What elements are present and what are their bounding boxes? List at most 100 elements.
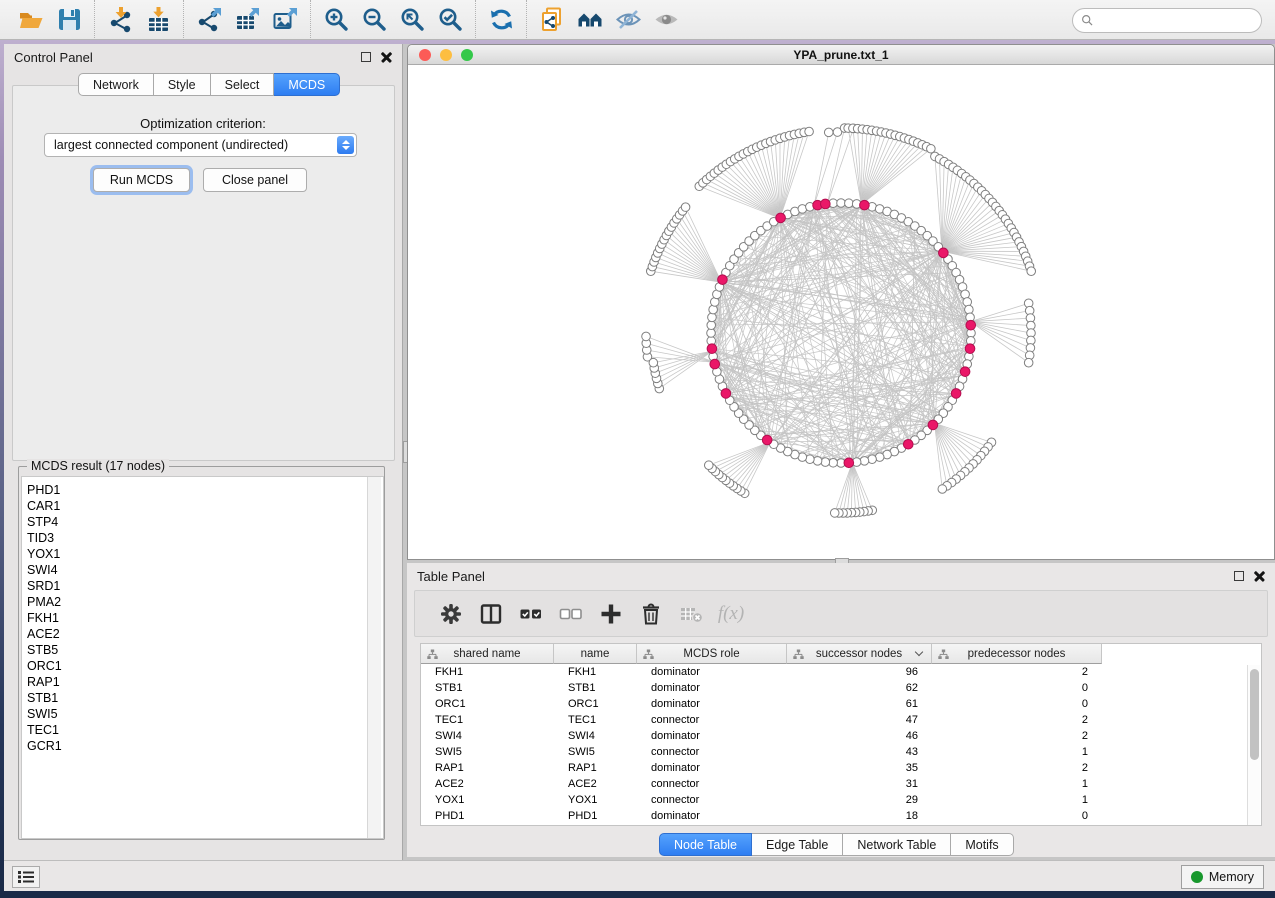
column-header-shared-name[interactable]: shared name — [421, 644, 554, 664]
duplicate-network-button[interactable] — [533, 3, 571, 37]
mcds-result-item[interactable]: GCR1 — [27, 738, 383, 754]
table-cell[interactable]: 1 — [932, 792, 1102, 808]
table-cell[interactable]: SWI5 — [554, 744, 637, 760]
table-scrollbar-thumb[interactable] — [1250, 669, 1259, 760]
table-row[interactable]: STB1STB1dominator620 — [421, 680, 1261, 696]
table-cell[interactable]: ACE2 — [554, 776, 637, 792]
minimize-window-button[interactable] — [440, 49, 452, 61]
tab-edge-table[interactable]: Edge Table — [752, 833, 843, 856]
table-row[interactable]: SWI4SWI4dominator462 — [421, 728, 1261, 744]
tab-network[interactable]: Network — [78, 73, 154, 96]
table-cell[interactable]: 43 — [787, 744, 932, 760]
memory-button[interactable]: Memory — [1181, 865, 1264, 889]
run-mcds-button[interactable]: Run MCDS — [93, 168, 190, 192]
table-cell[interactable]: 2 — [932, 664, 1102, 680]
table-cell[interactable]: 0 — [932, 680, 1102, 696]
deselect-all-button[interactable] — [551, 596, 591, 632]
mcds-result-item[interactable]: SWI4 — [27, 562, 383, 578]
tab-style[interactable]: Style — [154, 73, 211, 96]
mcds-result-item[interactable]: SRD1 — [27, 578, 383, 594]
table-cell[interactable]: 2 — [932, 728, 1102, 744]
tab-network-table[interactable]: Network Table — [843, 833, 951, 856]
table-cell[interactable]: PHD1 — [421, 808, 554, 824]
table-row[interactable]: PHD1PHD1dominator180 — [421, 808, 1261, 824]
network-canvas[interactable] — [408, 65, 1274, 559]
table-cell[interactable]: YOX1 — [554, 792, 637, 808]
table-cell[interactable]: 0 — [932, 808, 1102, 824]
table-cell[interactable]: 1 — [932, 744, 1102, 760]
mcds-result-item[interactable]: ORC1 — [27, 658, 383, 674]
table-cell[interactable]: connector — [637, 744, 787, 760]
table-cell[interactable]: dominator — [637, 664, 787, 680]
table-row[interactable]: ORC1ORC1dominator610 — [421, 696, 1261, 712]
table-cell[interactable]: 31 — [787, 776, 932, 792]
result-list-scrollbar[interactable] — [367, 477, 381, 838]
show-all-button[interactable] — [647, 3, 685, 37]
table-cell[interactable]: STB1 — [554, 680, 637, 696]
table-cell[interactable]: connector — [637, 712, 787, 728]
maximize-window-button[interactable] — [461, 49, 473, 61]
table-cell[interactable]: 46 — [787, 728, 932, 744]
table-cell[interactable]: 2 — [932, 760, 1102, 776]
float-panel-icon[interactable] — [361, 52, 371, 62]
tab-select[interactable]: Select — [211, 73, 275, 96]
table-cell[interactable]: FKH1 — [554, 664, 637, 680]
mcds-result-item[interactable]: PMA2 — [27, 594, 383, 610]
import-network-button[interactable] — [101, 3, 139, 37]
mcds-result-item[interactable]: STP4 — [27, 514, 383, 530]
table-cell[interactable]: connector — [637, 792, 787, 808]
export-table-button[interactable] — [228, 3, 266, 37]
first-neighbors-button[interactable] — [571, 3, 609, 37]
table-cell[interactable]: dominator — [637, 760, 787, 776]
table-cell[interactable]: FKH1 — [421, 664, 554, 680]
table-cell[interactable]: SWI4 — [554, 728, 637, 744]
column-header-MCDS-role[interactable]: MCDS role — [637, 644, 787, 664]
table-row[interactable]: TEC1TEC1connector472 — [421, 712, 1261, 728]
column-header-predecessor-nodes[interactable]: predecessor nodes — [932, 644, 1102, 664]
refresh-button[interactable] — [482, 3, 520, 37]
mcds-result-item[interactable]: STB1 — [27, 690, 383, 706]
table-cell[interactable]: connector — [637, 776, 787, 792]
table-cell[interactable]: SWI4 — [421, 728, 554, 744]
tab-mcds[interactable]: MCDS — [274, 73, 340, 96]
column-header-successor-nodes[interactable]: successor nodes — [787, 644, 932, 664]
close-table-panel-icon[interactable] — [1254, 571, 1265, 582]
settings-button[interactable] — [431, 596, 471, 632]
table-cell[interactable]: RAP1 — [421, 760, 554, 776]
float-table-panel-icon[interactable] — [1234, 571, 1244, 581]
mcds-result-item[interactable]: STB5 — [27, 642, 383, 658]
zoom-in-button[interactable] — [317, 3, 355, 37]
mcds-result-item[interactable]: FKH1 — [27, 610, 383, 626]
table-cell[interactable]: 18 — [787, 808, 932, 824]
table-scrollbar[interactable] — [1247, 665, 1260, 826]
table-cell[interactable]: 61 — [787, 696, 932, 712]
mcds-result-item[interactable]: TID3 — [27, 530, 383, 546]
import-table-button[interactable] — [139, 3, 177, 37]
table-cell[interactable]: 0 — [932, 696, 1102, 712]
save-session-button[interactable] — [50, 3, 88, 37]
task-history-button[interactable] — [12, 866, 40, 888]
table-cell[interactable]: 47 — [787, 712, 932, 728]
table-cell[interactable]: 96 — [787, 664, 932, 680]
mcds-result-item[interactable]: ACE2 — [27, 626, 383, 642]
tab-motifs[interactable]: Motifs — [951, 833, 1013, 856]
mcds-result-item[interactable]: PHD1 — [27, 482, 383, 498]
table-cell[interactable]: ORC1 — [421, 696, 554, 712]
export-image-button[interactable] — [266, 3, 304, 37]
table-cell[interactable]: 1 — [932, 776, 1102, 792]
table-row[interactable]: RAP1RAP1dominator352 — [421, 760, 1261, 776]
column-header-name[interactable]: name — [554, 644, 637, 664]
tab-node-table[interactable]: Node Table — [659, 833, 752, 856]
table-cell[interactable]: TEC1 — [554, 712, 637, 728]
add-row-button[interactable] — [591, 596, 631, 632]
zoom-out-button[interactable] — [355, 3, 393, 37]
table-cell[interactable]: RAP1 — [554, 760, 637, 776]
table-cell[interactable]: dominator — [637, 808, 787, 824]
show-columns-button[interactable] — [471, 596, 511, 632]
table-cell[interactable]: dominator — [637, 696, 787, 712]
mcds-result-item[interactable]: TEC1 — [27, 722, 383, 738]
table-cell[interactable]: YOX1 — [421, 792, 554, 808]
close-window-button[interactable] — [419, 49, 431, 61]
search-input[interactable] — [1099, 11, 1261, 31]
table-cell[interactable]: 2 — [932, 712, 1102, 728]
